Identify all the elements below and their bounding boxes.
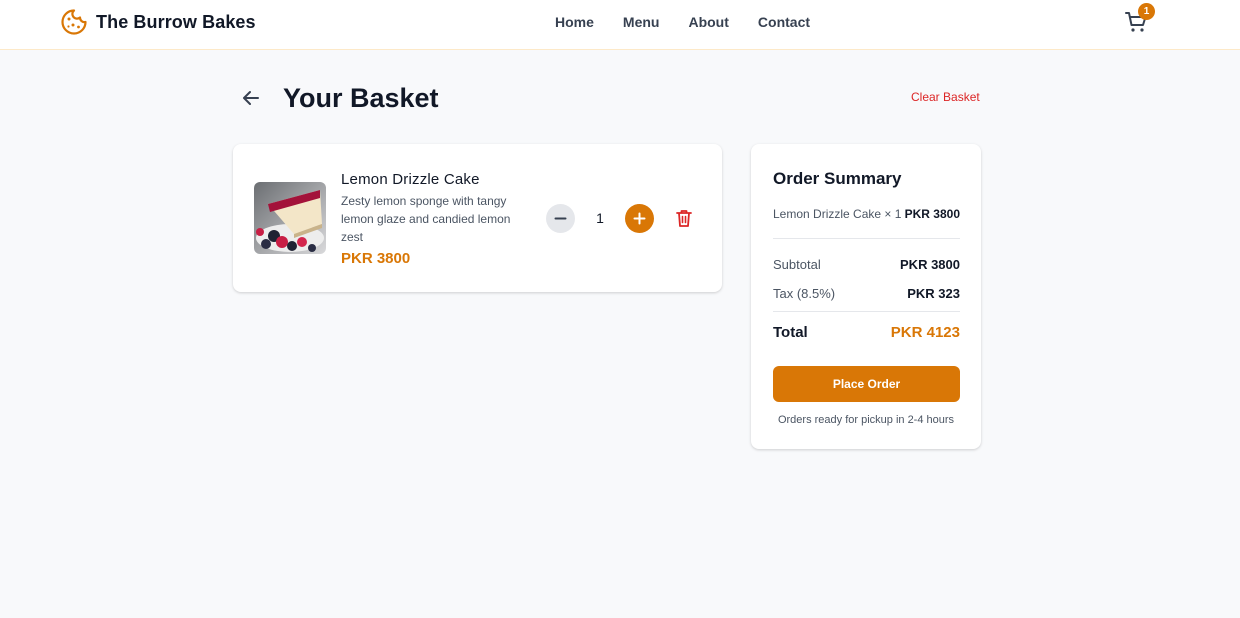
summary-divider bbox=[773, 238, 960, 239]
cart-count-badge: 1 bbox=[1138, 3, 1155, 20]
nav-about[interactable]: About bbox=[688, 13, 728, 31]
nav-contact[interactable]: Contact bbox=[758, 13, 810, 31]
quantity-value: 1 bbox=[596, 210, 604, 226]
summary-title: Order Summary bbox=[773, 169, 902, 188]
trash-icon[interactable] bbox=[675, 208, 693, 228]
total-label: Total bbox=[773, 324, 808, 341]
summary-line-item: Lemon Drizzle Cake × 1 bbox=[773, 207, 902, 221]
place-order-button[interactable]: Place Order bbox=[773, 366, 960, 402]
pickup-note: Orders ready for pickup in 2-4 hours bbox=[777, 414, 955, 426]
subtotal-label: Subtotal bbox=[773, 257, 821, 272]
basket-item-card: Lemon Drizzle Cake Zesty lemon sponge wi… bbox=[233, 144, 722, 292]
total-value: PKR 4123 bbox=[890, 324, 960, 341]
main-nav: Home Menu About Contact bbox=[555, 13, 839, 31]
order-summary-card: Order Summary Lemon Drizzle Cake × 1 PKR… bbox=[751, 144, 981, 449]
clear-basket-link[interactable]: Clear Basket bbox=[911, 90, 980, 104]
nav-menu[interactable]: Menu bbox=[623, 13, 660, 31]
increase-quantity-button[interactable] bbox=[625, 204, 654, 233]
page-title: Your Basket bbox=[283, 83, 439, 113]
nav-home[interactable]: Home bbox=[555, 13, 594, 31]
summary-line-price: PKR 3800 bbox=[904, 207, 960, 221]
cookie-icon bbox=[61, 9, 87, 35]
summary-divider bbox=[773, 311, 960, 312]
tax-label: Tax (8.5%) bbox=[773, 286, 836, 301]
item-description: Zesty lemon sponge with tangy lemon glaz… bbox=[341, 194, 511, 244]
arrow-left-icon[interactable] bbox=[240, 87, 262, 109]
site-header: The Burrow Bakes Home Menu About Contact… bbox=[0, 0, 1240, 50]
brand[interactable]: The Burrow Bakes bbox=[60, 8, 256, 36]
cake-slice-image bbox=[254, 182, 326, 254]
item-price: PKR 3800 bbox=[341, 250, 411, 267]
brand-name: The Burrow Bakes bbox=[96, 11, 256, 32]
tax-value: PKR 323 bbox=[907, 286, 960, 301]
decrease-quantity-button[interactable] bbox=[546, 204, 575, 233]
subtotal-value: PKR 3800 bbox=[900, 257, 960, 272]
plus-icon bbox=[633, 212, 646, 225]
minus-icon bbox=[554, 217, 567, 220]
item-name: Lemon Drizzle Cake bbox=[341, 171, 480, 188]
